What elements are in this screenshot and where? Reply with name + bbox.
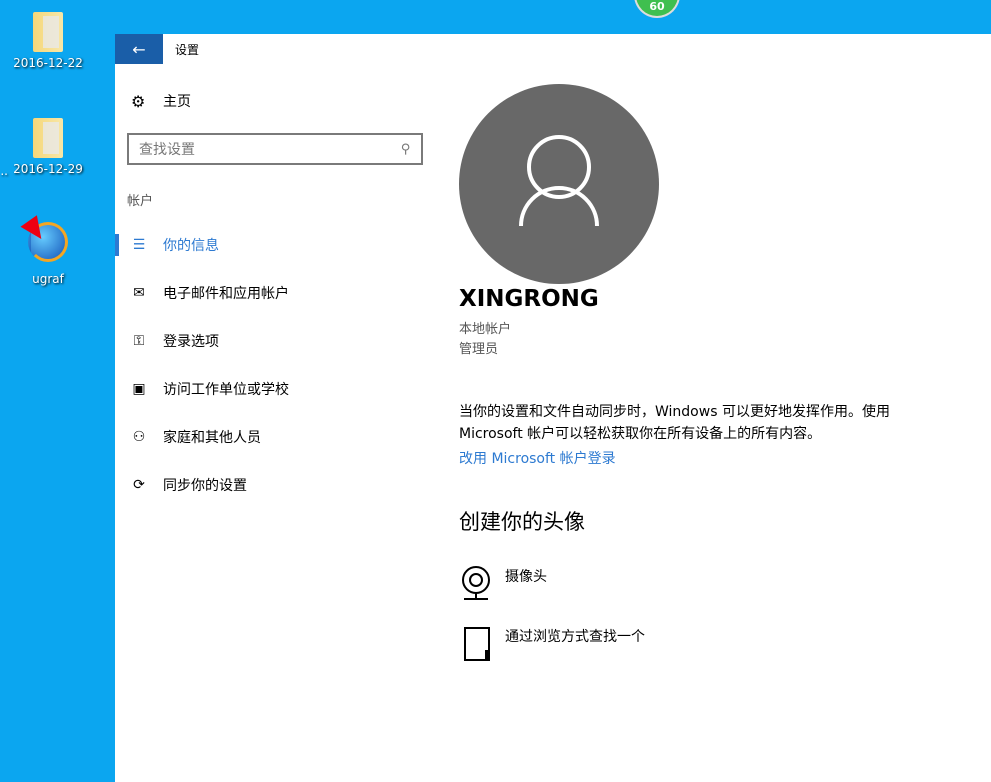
window-title: 设置 xyxy=(175,42,200,57)
username: XINGRONG xyxy=(459,286,599,312)
desktop-icon-partial[interactable]: .. xyxy=(0,164,8,178)
icon-label: .. xyxy=(0,164,8,178)
sidebar-item-work[interactable]: ▣ 访问工作单位或学校 xyxy=(115,365,445,413)
folder-icon xyxy=(33,118,63,158)
performance-badge[interactable]: 60 xyxy=(634,0,680,18)
home-label: 主页 xyxy=(163,94,191,110)
sidebar-item-email[interactable]: ✉ 电子邮件和应用帐户 xyxy=(115,269,445,317)
briefcase-icon: ▣ xyxy=(132,381,146,397)
icon-label: ugraf xyxy=(32,272,64,286)
sidebar-item-signin[interactable]: ⚿ 登录选项 xyxy=(115,317,445,365)
user-info-icon: ☰ xyxy=(132,237,146,253)
search-icon: ⚲ xyxy=(401,141,411,157)
account-type: 本地帐户 xyxy=(459,322,512,337)
icon-label: 2016-12-22 xyxy=(13,56,83,70)
sidebar-item-family[interactable]: ⚇ 家庭和其他人员 xyxy=(115,413,445,461)
icon-label: 2016-12-29 xyxy=(13,162,83,176)
folder-icon xyxy=(33,12,63,52)
search-input[interactable]: 查找设置 ⚲ xyxy=(127,133,423,165)
desktop-icon-ugraf[interactable]: ugraf xyxy=(3,215,93,286)
ugraf-globe-icon xyxy=(20,215,68,262)
nav-label: 访问工作单位或学校 xyxy=(163,382,289,398)
search-placeholder: 查找设置 xyxy=(139,142,195,158)
account-role: 管理员 xyxy=(459,342,499,357)
nav-label: 你的信息 xyxy=(163,238,219,254)
sidebar-item-sync[interactable]: ⟳ 同步你的设置 xyxy=(115,461,445,509)
nav-label: 同步你的设置 xyxy=(163,478,247,494)
back-arrow-icon: ← xyxy=(132,39,146,59)
desktop-icon-folder[interactable]: 2016-12-22 xyxy=(3,12,93,70)
title-bar: ← 设置 xyxy=(115,34,991,64)
key-icon: ⚿ xyxy=(133,333,145,349)
sync-description: 当你的设置和文件自动同步时，Windows 可以更好地发挥作用。使用 Micro… xyxy=(459,404,890,442)
sidebar-home[interactable]: ⚙ 主页 xyxy=(131,91,191,111)
nav-label: 家庭和其他人员 xyxy=(163,430,261,446)
microsoft-signin-link[interactable]: 改用 Microsoft 帐户登录 xyxy=(459,448,616,468)
avatar xyxy=(459,84,659,284)
avatar-heading: 创建你的头像 xyxy=(459,510,585,534)
section-heading: 帐户 xyxy=(127,194,154,209)
option-label: 摄像头 xyxy=(505,569,547,585)
user-silhouette-icon xyxy=(519,135,599,227)
nav-label: 电子邮件和应用帐户 xyxy=(163,286,289,302)
sidebar-item-your-info[interactable]: ☰ 你的信息 xyxy=(115,221,445,269)
browse-file-icon xyxy=(464,627,490,661)
camera-icon xyxy=(462,566,490,600)
desktop-icon-folder[interactable]: 2016-12-29 xyxy=(3,118,93,176)
person-add-icon: ⚇ xyxy=(132,429,146,445)
camera-option[interactable]: 摄像头 xyxy=(459,566,547,602)
nav-label: 登录选项 xyxy=(163,334,219,350)
option-label: 通过浏览方式查找一个 xyxy=(505,629,645,645)
browse-option[interactable]: 通过浏览方式查找一个 xyxy=(459,626,645,662)
sync-icon: ⟳ xyxy=(133,477,145,493)
settings-window: ← 设置 ⚙ 主页 查找设置 ⚲ 帐户 ☰ 你的信息 ✉ 电子邮件和应用帐户 ⚿ 登录选项… xyxy=(115,34,991,782)
mail-icon: ✉ xyxy=(133,285,145,301)
back-button[interactable]: ← xyxy=(115,34,163,64)
gear-icon: ⚙ xyxy=(131,91,146,111)
